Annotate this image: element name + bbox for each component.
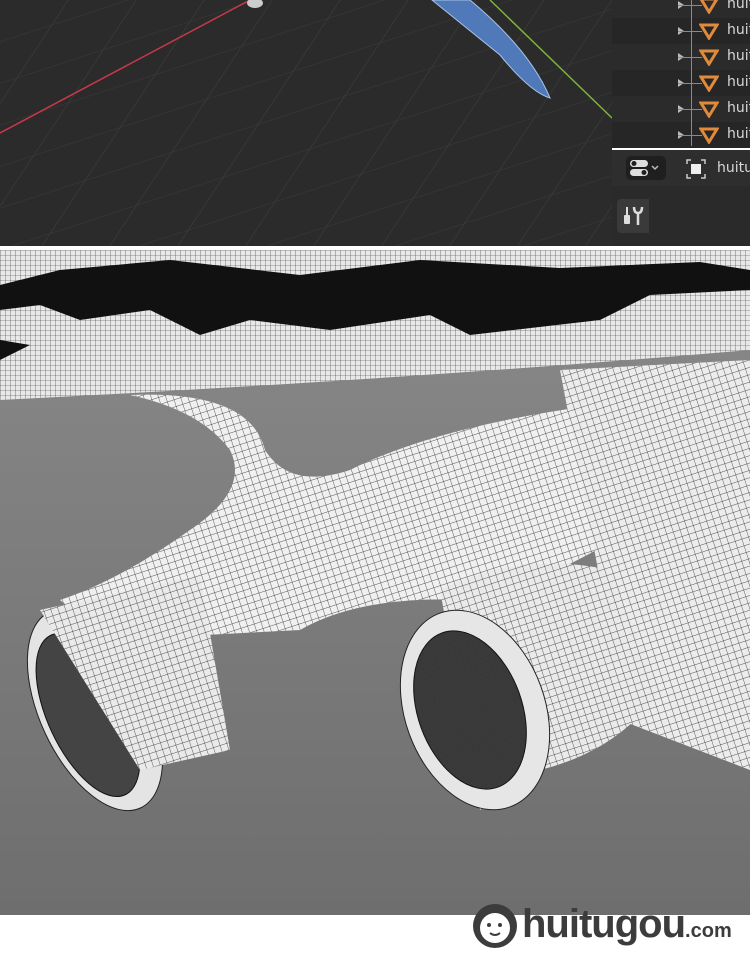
viewport-grid (0, 0, 612, 246)
bear-logo-icon (473, 904, 517, 948)
outliner-item[interactable]: huit (612, 96, 750, 122)
wrench-screwdriver-icon (624, 206, 644, 225)
outliner-item[interactable]: huit (612, 18, 750, 44)
editor-type-button[interactable] (626, 156, 666, 180)
mesh-icon (699, 127, 719, 144)
tree-line (691, 0, 692, 146)
toggle-icon (630, 160, 659, 176)
mesh-icon (699, 0, 719, 14)
outliner-panel: huit huit huit huit huit huit (612, 0, 750, 148)
mesh-icon (699, 75, 719, 92)
3d-viewport[interactable] (0, 0, 612, 246)
wireframe-engines (0, 250, 750, 812)
watermark-logo: huitugou .com (470, 898, 732, 950)
wireframe-render (0, 250, 750, 915)
mesh-icon (699, 23, 719, 40)
mesh-icon (699, 101, 719, 118)
outliner-item[interactable]: huit (612, 70, 750, 96)
outliner-item[interactable]: huit (612, 122, 750, 148)
tool-tab[interactable] (617, 199, 649, 233)
properties-body (612, 186, 750, 246)
properties-header: huitu (612, 150, 750, 186)
outliner-item[interactable]: huit (612, 0, 750, 18)
mesh-icon (699, 49, 719, 66)
outliner-item[interactable]: huit (612, 44, 750, 70)
object-icon (686, 159, 706, 179)
